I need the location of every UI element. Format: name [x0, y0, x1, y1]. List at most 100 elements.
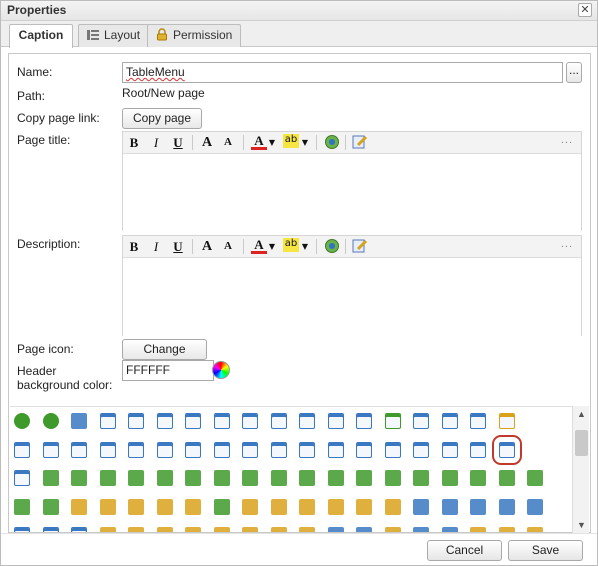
book-open-icon[interactable] — [498, 527, 515, 532]
more-tools-button[interactable]: ... — [561, 134, 573, 146]
hammer-view-icon[interactable] — [299, 527, 315, 532]
terminal-icon[interactable] — [14, 470, 30, 486]
tab-layout[interactable]: Layout — [78, 24, 150, 47]
scroll-thumb[interactable] — [575, 430, 588, 456]
arrow-up-green-icon[interactable] — [42, 498, 59, 515]
check-circle-icon[interactable] — [14, 413, 30, 429]
basket-icon[interactable] — [413, 498, 429, 515]
form-add-icon[interactable] — [299, 413, 315, 429]
font-color-button[interactable]: A — [251, 134, 267, 150]
tab-caption[interactable]: Caption — [9, 24, 73, 48]
cancel-button[interactable]: Cancel — [427, 540, 502, 561]
window-icon[interactable] — [99, 413, 116, 429]
highlight-button[interactable]: ab — [283, 238, 299, 252]
arrows-cross-icon[interactable] — [213, 470, 230, 486]
table-icon[interactable] — [299, 441, 315, 458]
bin-icon[interactable] — [327, 527, 344, 532]
chevron-down-icon[interactable]: ▼ — [301, 134, 309, 151]
italic-button[interactable]: I — [150, 238, 162, 255]
star-remove-icon[interactable] — [356, 498, 372, 515]
highlight-button[interactable]: ab — [283, 134, 299, 148]
list-icon[interactable] — [413, 441, 429, 458]
console-icon[interactable] — [71, 441, 87, 458]
window-go-icon[interactable] — [413, 413, 429, 429]
medal-gold-icon[interactable] — [156, 498, 173, 515]
scroll-down-icon[interactable]: ▼ — [573, 517, 590, 533]
bin-full-icon[interactable] — [356, 527, 372, 532]
page-columns-icon[interactable] — [213, 441, 230, 458]
scroll-up-icon[interactable]: ▲ — [573, 406, 590, 422]
arrow-return-icon[interactable] — [327, 470, 344, 486]
page-gear-icon[interactable] — [14, 527, 30, 532]
name-field[interactable]: TableMenu — [122, 62, 563, 83]
bomb-icon[interactable] — [384, 527, 401, 532]
hammer-add-icon[interactable] — [156, 527, 173, 532]
basket-edit-icon[interactable] — [498, 498, 515, 515]
page-forward-icon[interactable] — [185, 441, 201, 458]
grow-font-button[interactable]: A — [199, 238, 215, 255]
window-arrow-icon[interactable] — [384, 413, 401, 429]
underline-button[interactable]: U — [171, 134, 185, 151]
hammer-icon[interactable] — [99, 527, 116, 532]
basket-put-icon[interactable] — [527, 498, 543, 515]
edit-html-icon[interactable] — [352, 134, 368, 151]
medal-green-icon[interactable] — [213, 498, 230, 515]
windows-icon[interactable] — [185, 413, 201, 429]
book-add-icon[interactable] — [527, 527, 543, 532]
form-edit-icon[interactable] — [327, 413, 344, 429]
arrow-down-icon[interactable] — [99, 470, 116, 486]
medal-blue-icon[interactable] — [242, 498, 258, 515]
shrink-font-button[interactable]: A — [221, 134, 235, 151]
hammer-gold-icon[interactable] — [128, 527, 144, 532]
copy-page-link-button[interactable]: Copy page link — [122, 108, 202, 144]
browse-button[interactable]: ... — [566, 62, 582, 83]
color-picker-icon[interactable] — [212, 361, 230, 379]
arrow-redo-icon[interactable] — [470, 470, 486, 486]
image-table-icon[interactable] — [356, 441, 372, 458]
arrows-expand-icon[interactable] — [299, 470, 315, 486]
arrow-right-icon[interactable] — [413, 470, 429, 486]
font-color-button[interactable]: A — [251, 238, 267, 254]
gallery-scrollbar[interactable]: ▲ ▼ — [572, 406, 589, 533]
page-star-icon[interactable] — [498, 413, 515, 429]
arrow-undo-icon[interactable] — [441, 470, 458, 486]
award-star-icon[interactable] — [299, 498, 315, 515]
star-icon[interactable] — [384, 498, 401, 515]
basket-remove-icon[interactable] — [470, 498, 486, 515]
window-add-icon[interactable] — [128, 413, 144, 429]
page-edit-icon[interactable] — [470, 413, 486, 429]
window-blue-icon[interactable] — [491, 434, 522, 465]
home-page-icon[interactable] — [441, 413, 458, 429]
page-back-icon[interactable] — [156, 441, 173, 458]
page-down-icon[interactable] — [42, 527, 59, 532]
book-icon[interactable] — [470, 527, 486, 532]
arrows-out-icon[interactable] — [185, 470, 201, 486]
change-graphic-button[interactable]: Change graphic — [122, 339, 207, 375]
page-warning-icon[interactable] — [242, 441, 258, 458]
arrows-refresh-icon[interactable] — [356, 470, 372, 486]
windows-stack-icon[interactable] — [156, 413, 173, 429]
edit-html-icon[interactable] — [352, 238, 368, 255]
link-globe-icon[interactable] — [324, 134, 340, 151]
page-split-icon[interactable] — [128, 441, 144, 458]
arrow-rotate-icon[interactable] — [14, 498, 30, 515]
building-icon[interactable] — [441, 527, 458, 532]
table-menu-icon[interactable] — [441, 441, 458, 458]
shrink-font-button[interactable]: A — [221, 238, 235, 255]
bricks-icon[interactable] — [413, 527, 429, 532]
grow-font-button[interactable]: A — [199, 134, 215, 151]
table-add-icon[interactable] — [470, 441, 486, 458]
link-icon[interactable] — [14, 441, 30, 458]
layout-columns-icon[interactable] — [270, 441, 287, 458]
hammer-edit-icon[interactable] — [185, 527, 201, 532]
arrow-merge-icon[interactable] — [71, 470, 87, 486]
table-blue-icon[interactable] — [384, 441, 401, 458]
arrow-split-icon[interactable] — [128, 470, 144, 486]
form-icon[interactable] — [270, 413, 287, 429]
arrows-shuffle-icon[interactable] — [498, 470, 515, 486]
chevron-down-icon[interactable]: ▼ — [268, 134, 276, 151]
anchor-icon[interactable] — [71, 413, 87, 429]
header-bg-color-field[interactable]: FFFFFF — [122, 360, 214, 381]
bold-button[interactable]: B — [127, 134, 141, 151]
hammer-star-icon[interactable] — [270, 527, 287, 532]
